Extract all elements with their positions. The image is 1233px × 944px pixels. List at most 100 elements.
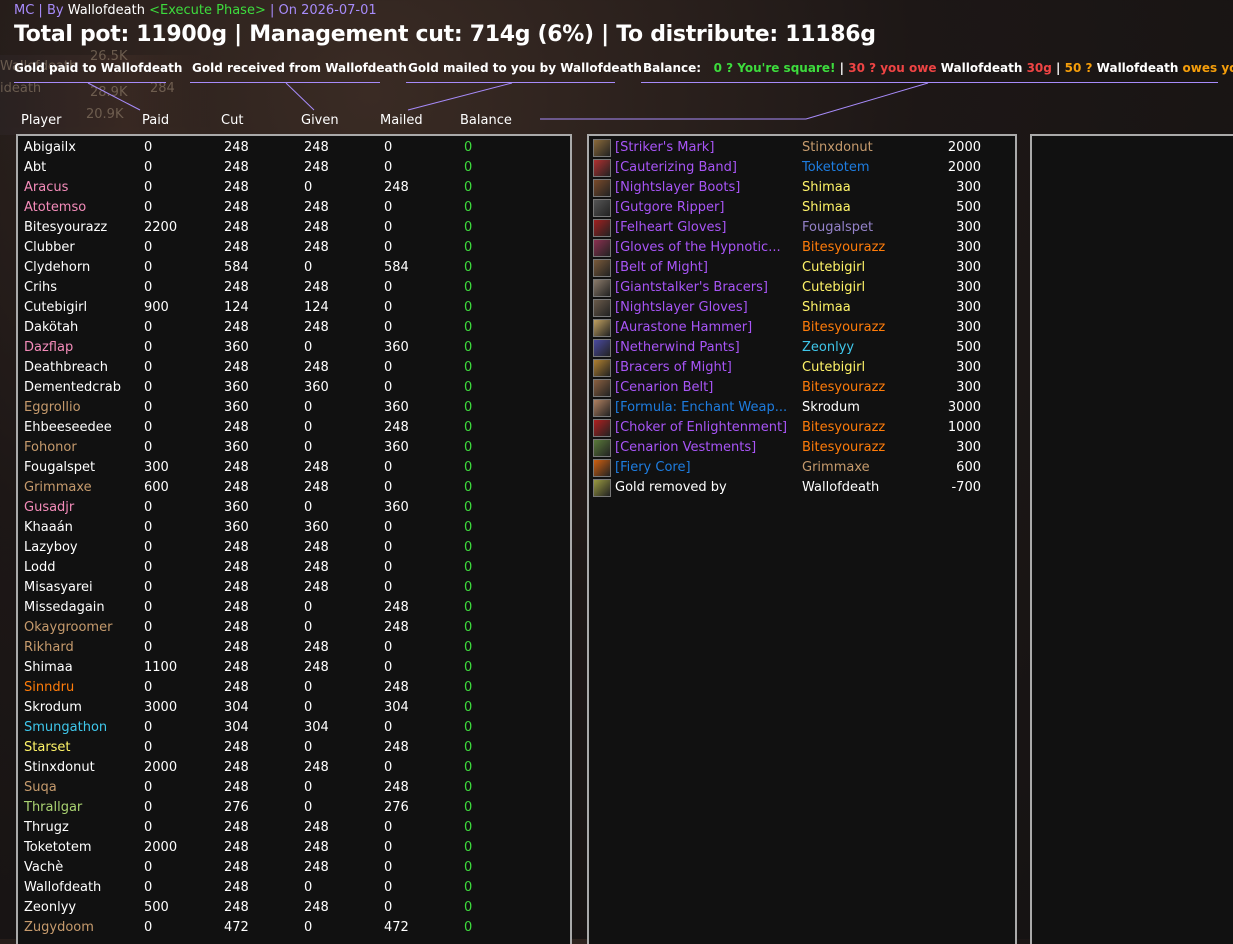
player-cut: 248 [224, 180, 249, 195]
player-given: 360 [304, 520, 329, 535]
player-row[interactable]: Crihs 0 248 248 0 0 [18, 278, 558, 298]
player-row[interactable]: Atotemso 0 248 248 0 0 [18, 198, 558, 218]
loot-row[interactable]: [Netherwind Pants] Zeonlyy 500 [589, 338, 1009, 358]
player-row[interactable]: Lodd 0 248 248 0 0 [18, 558, 558, 578]
player-row[interactable]: Clydehorn 0 584 0 584 0 [18, 258, 558, 278]
loot-row[interactable]: [Formula: Enchant Weap... Skrodum 3000 [589, 398, 1009, 418]
loot-item-name[interactable]: [Bracers of Might] [615, 358, 732, 378]
player-name: Zeonlyy [24, 900, 77, 915]
player-row[interactable]: Dementedcrab 0 360 360 0 0 [18, 378, 558, 398]
player-name: Bitesyourazz [24, 220, 108, 235]
player-given: 0 [304, 440, 313, 455]
player-row[interactable]: Fougalspet 300 248 248 0 0 [18, 458, 558, 478]
loot-row[interactable]: [Aurastone Hammer] Bitesyourazz 300 [589, 318, 1009, 338]
player-row[interactable]: Bitesyourazz 2200 248 248 0 0 [18, 218, 558, 238]
loot-item-name[interactable]: [Aurastone Hammer] [615, 318, 752, 338]
loot-row[interactable]: [Felheart Gloves] Fougalspet 300 [589, 218, 1009, 238]
loot-row[interactable]: [Cenarion Vestments] Bitesyourazz 300 [589, 438, 1009, 458]
player-row[interactable]: Abt 0 248 248 0 0 [18, 158, 558, 178]
loot-item-name[interactable]: [Cauterizing Band] [615, 158, 737, 178]
player-row[interactable]: Aracus 0 248 0 248 0 [18, 178, 558, 198]
player-name: Fougalspet [24, 460, 96, 475]
chest-icon [593, 439, 611, 457]
player-row[interactable]: Clubber 0 248 248 0 0 [18, 238, 558, 258]
loot-item-name[interactable]: [Netherwind Pants] [615, 338, 740, 358]
player-row[interactable]: Thrugz 0 248 248 0 0 [18, 818, 558, 838]
loot-row[interactable]: Gold removed by Wallofdeath -700 [589, 478, 1009, 498]
player-ledger-panel[interactable]: Abigailx 0 248 248 0 0 Abt 0 248 248 0 0 Aracus 0 248 0… [16, 134, 572, 944]
player-balance: 0 [464, 780, 473, 795]
loot-panel[interactable]: [Striker's Mark] Stinxdonut 2000 [Cauterizi… [587, 134, 1017, 944]
loot-item-name[interactable]: [Nightslayer Boots] [615, 178, 740, 198]
player-row[interactable]: Zeonlyy 500 248 248 0 0 [18, 898, 558, 918]
player-row[interactable]: Thrallgar 0 276 0 276 0 [18, 798, 558, 818]
player-row[interactable]: Vachè 0 248 248 0 0 [18, 858, 558, 878]
loot-row[interactable]: [Gutgore Ripper] Shimaa 500 [589, 198, 1009, 218]
loot-row[interactable]: [Choker of Enlightenment] Bitesyourazz 100… [589, 418, 1009, 438]
player-name: Wallofdeath [24, 880, 102, 895]
loot-item-name[interactable]: [Striker's Mark] [615, 138, 714, 158]
loot-item-name[interactable]: [Formula: Enchant Weap... [615, 398, 787, 418]
loot-row[interactable]: [Striker's Mark] Stinxdonut 2000 [589, 138, 1009, 158]
loot-row[interactable]: [Cauterizing Band] Toketotem 2000 [589, 158, 1009, 178]
loot-row[interactable]: [Nightslayer Boots] Shimaa 300 [589, 178, 1009, 198]
player-name: Clubber [24, 240, 75, 255]
loot-item-name[interactable]: [Gutgore Ripper] [615, 198, 724, 218]
player-row[interactable]: Skrodum 3000 304 0 304 0 [18, 698, 558, 718]
player-row[interactable]: Dazflap 0 360 0 360 0 [18, 338, 558, 358]
player-row[interactable]: Smungathon 0 304 304 0 0 [18, 718, 558, 738]
player-row[interactable]: Cutebigirl 900 124 124 0 0 [18, 298, 558, 318]
player-row[interactable]: Lazyboy 0 248 248 0 0 [18, 538, 558, 558]
player-row[interactable]: Khaaán 0 360 360 0 0 [18, 518, 558, 538]
loot-item-name[interactable]: [Cenarion Belt] [615, 378, 713, 398]
player-row[interactable]: Zugydoom 0 472 0 472 0 [18, 918, 558, 938]
loot-item-name[interactable]: [Felheart Gloves] [615, 218, 726, 238]
loot-item-name[interactable]: [Belt of Might] [615, 258, 708, 278]
player-balance: 0 [464, 200, 473, 215]
player-balance: 0 [464, 880, 473, 895]
loot-row[interactable]: [Bracers of Might] Cutebigirl 300 [589, 358, 1009, 378]
loot-row[interactable]: [Cenarion Belt] Bitesyourazz 300 [589, 378, 1009, 398]
player-row[interactable]: Wallofdeath 0 248 0 0 0 [18, 878, 558, 898]
player-row[interactable]: Stinxdonut 2000 248 248 0 0 [18, 758, 558, 778]
loot-item-name[interactable]: [Choker of Enlightenment] [615, 418, 787, 438]
player-cut: 360 [224, 500, 249, 515]
player-mailed: 0 [384, 140, 393, 155]
player-paid: 0 [144, 380, 153, 395]
player-cut: 248 [224, 200, 249, 215]
player-cut: 124 [224, 300, 249, 315]
player-row[interactable]: Okaygroomer 0 248 0 248 0 [18, 618, 558, 638]
player-row[interactable]: Sinndru 0 248 0 248 0 [18, 678, 558, 698]
player-row[interactable]: Shimaa 1100 248 248 0 0 [18, 658, 558, 678]
player-mailed: 248 [384, 680, 409, 695]
player-row[interactable]: Eggrollio 0 360 0 360 0 [18, 398, 558, 418]
player-row[interactable]: Gusadjr 0 360 0 360 0 [18, 498, 558, 518]
loot-item-name[interactable]: [Fiery Core] [615, 458, 691, 478]
loot-item-name[interactable]: [Nightslayer Gloves] [615, 298, 748, 318]
loot-row[interactable]: [Fiery Core] Grimmaxe 600 [589, 458, 1009, 478]
player-cut: 248 [224, 220, 249, 235]
player-row[interactable]: Rikhard 0 248 248 0 0 [18, 638, 558, 658]
player-row[interactable]: Suqa 0 248 0 248 0 [18, 778, 558, 798]
loot-item-name[interactable]: [Giantstalker's Bracers] [615, 278, 768, 298]
loot-row[interactable]: [Gloves of the Hypnotic... Bitesyourazz 30… [589, 238, 1009, 258]
loot-item-name[interactable]: Gold removed by [615, 478, 727, 498]
player-row[interactable]: Grimmaxe 600 248 248 0 0 [18, 478, 558, 498]
player-row[interactable]: Toketotem 2000 248 248 0 0 [18, 838, 558, 858]
player-row[interactable]: Misasyarei 0 248 248 0 0 [18, 578, 558, 598]
loot-item-name[interactable]: [Gloves of the Hypnotic... [615, 238, 781, 258]
player-row[interactable]: Missedagain 0 248 0 248 0 [18, 598, 558, 618]
player-row[interactable]: Starset 0 248 0 248 0 [18, 738, 558, 758]
loot-amount: 300 [956, 360, 981, 375]
loot-item-name[interactable]: [Cenarion Vestments] [615, 438, 756, 458]
player-row[interactable]: Fohonor 0 360 0 360 0 [18, 438, 558, 458]
player-row[interactable]: Deathbreach 0 248 248 0 0 [18, 358, 558, 378]
loot-row[interactable]: [Belt of Might] Cutebigirl 300 [589, 258, 1009, 278]
loot-row[interactable]: [Nightslayer Gloves] Shimaa 300 [589, 298, 1009, 318]
player-row[interactable]: Dakötah 0 248 248 0 0 [18, 318, 558, 338]
player-balance: 0 [464, 620, 473, 635]
player-row[interactable]: Abigailx 0 248 248 0 0 [18, 138, 558, 158]
loot-row[interactable]: [Giantstalker's Bracers] Cutebigirl 300 [589, 278, 1009, 298]
player-row[interactable]: Ehbeeseedee 0 248 0 248 0 [18, 418, 558, 438]
player-name: Dazflap [24, 340, 74, 355]
